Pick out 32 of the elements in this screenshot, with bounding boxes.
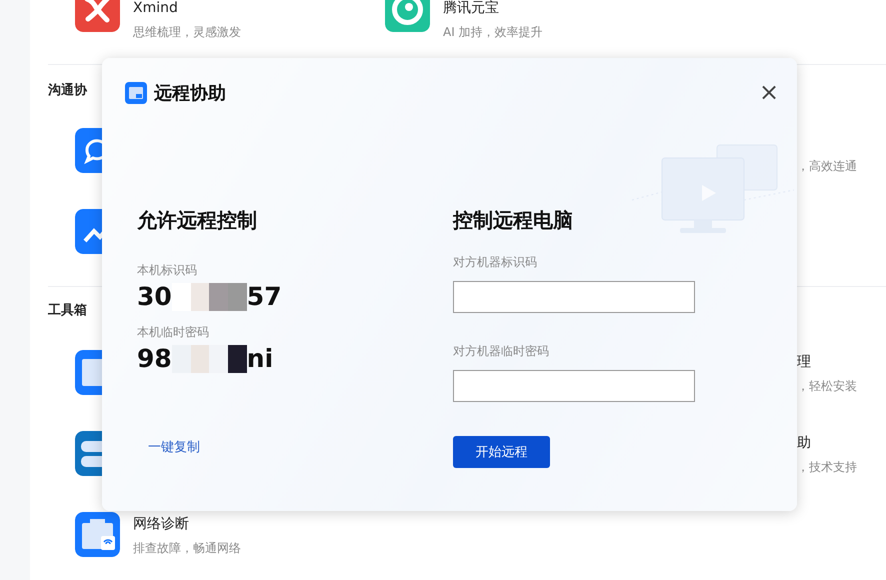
field-label: 对方机器临时密码 [453,343,549,359]
field-label: 对方机器标识码 [453,254,537,270]
section-title: 沟通协 [48,82,87,100]
code-value: ni [246,344,274,374]
section-heading: 控制远程电脑 [453,208,573,232]
input-field[interactable] [453,281,695,313]
code-value: 30 [137,282,172,312]
app-title[interactable]: Xmind [133,0,241,16]
app-description: ，轻松安装 [797,378,857,394]
app-title[interactable]: 助 [797,435,857,451]
field-label: 本机临时密码 [137,324,209,340]
app-description: AI 加持，效率提升 [443,24,543,40]
section-heading: 允许远程控制 [137,208,257,232]
network-box-icon[interactable] [75,512,120,557]
app-title[interactable]: 腾讯元宝 [443,0,543,16]
copy-link[interactable]: 一键复制 [148,438,200,456]
dialog-title: 远程协助 [154,82,226,105]
app-title[interactable]: 网络诊断 [133,516,241,532]
code-value: 57 [246,282,282,312]
field-label: 本机标识码 [137,262,197,278]
close-button[interactable]: × [757,80,782,104]
section-title: 工具箱 [48,302,87,320]
app-description: ，技术支持 [797,459,857,475]
app-logo-icon[interactable] [75,0,120,32]
monitor-icon [125,82,147,104]
app-title[interactable]: 理 [797,354,857,370]
start-remote-button[interactable]: 开始远程 [453,436,550,468]
input-field[interactable] [453,370,695,402]
app-description: 排查故障，畅通网络 [133,540,241,556]
app-description: 思维梳理，灵感激发 [133,24,241,40]
app-description: ，高效连通 [797,158,857,174]
code-value: 98 [137,344,172,374]
